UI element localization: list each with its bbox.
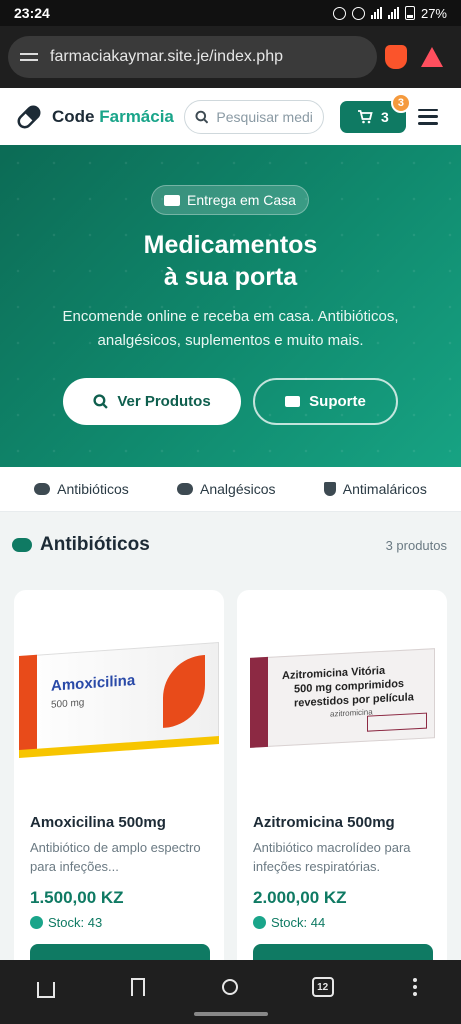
section-count: 3 produtos [385, 537, 447, 553]
box-sub: 500 mg [51, 697, 85, 711]
url-bar[interactable]: farmaciakaymar.site.je/index.php [8, 36, 377, 78]
product-card[interactable]: Azitromicina Vitória 500 mg comprimidos … [237, 590, 447, 990]
hero-title-line1: Medicamentos [143, 231, 318, 259]
capsules-icon [12, 538, 32, 552]
product-price: 2.000,00 KZ [253, 888, 347, 907]
view-products-label: Ver Produtos [117, 393, 211, 410]
site-header: Code Farmácia Pesquisar medi 3 3 [0, 88, 461, 145]
support-label: Suporte [309, 393, 366, 410]
brand-name[interactable]: Code Farmácia [52, 107, 174, 127]
hero-subtitle: Encomende online e receba em casa. Antib… [62, 308, 399, 349]
product-image[interactable]: Azitromicina Vitória 500 mg comprimidos … [237, 590, 447, 800]
site-settings-icon[interactable] [20, 50, 38, 64]
products-section: Antibióticos 3 produtos Amoxicilina 500 … [0, 512, 461, 990]
signal-icon [370, 7, 382, 19]
brand-part2: Farmácia [99, 106, 174, 126]
search-input[interactable]: Pesquisar medi [183, 99, 324, 134]
status-time: 23:24 [14, 5, 50, 21]
brave-rewards-icon[interactable] [421, 47, 443, 67]
browser-toolbar: farmaciakaymar.site.je/index.php [0, 26, 461, 88]
section-header: Antibióticos 3 produtos [12, 534, 447, 556]
cart-count: 3 [381, 108, 389, 125]
status-icons: 27% [332, 5, 447, 21]
section-title: Antibióticos [40, 534, 150, 555]
category-tabs: Antibióticos Analgésicos Antimaláricos [0, 467, 461, 512]
support-button[interactable]: Suporte [253, 378, 398, 425]
tab-count: 12 [311, 977, 334, 997]
category-label: Analgésicos [200, 481, 276, 497]
pill-logo-icon[interactable] [14, 102, 44, 132]
capsules-icon [34, 483, 51, 495]
bookmarks-button[interactable] [126, 975, 150, 999]
cart-button[interactable]: 3 3 [339, 92, 411, 133]
delivery-chip: Entrega em Casa [151, 185, 309, 215]
url-text: farmaciakaymar.site.je/index.php [50, 48, 283, 65]
more-menu-button[interactable] [403, 975, 427, 999]
tabs-button[interactable]: 12 [311, 975, 335, 999]
product-price: 1.500,00 KZ [30, 888, 124, 907]
amoxicilina-box-image: Amoxicilina 500 mg [19, 632, 219, 758]
category-label: Antibióticos [57, 481, 129, 497]
stock-label: Stock: 44 [271, 915, 326, 930]
search-button[interactable] [218, 975, 242, 999]
hero-title-line2: à sua porta [163, 263, 298, 291]
azitromicina-box-image: Azitromicina Vitória 500 mg comprimidos … [249, 642, 435, 748]
product-stock: Stock: 43 [30, 915, 102, 930]
envelope-icon [285, 396, 301, 407]
more-vert-icon [412, 978, 417, 996]
cart-icon [358, 109, 373, 123]
category-label: Antimaláricos [342, 481, 427, 497]
bookmark-icon [131, 978, 146, 996]
brave-shields-icon[interactable] [385, 45, 407, 69]
search-icon [222, 979, 239, 995]
menu-icon[interactable] [417, 108, 438, 125]
home-button[interactable] [34, 975, 58, 999]
signal-2-icon [387, 7, 399, 19]
status-bar: 23:24 27% [0, 0, 461, 26]
stock-label: Stock: 43 [48, 915, 103, 930]
check-circle-icon [30, 916, 43, 929]
product-description: Antibiótico de amplo espectro para infeç… [30, 840, 201, 874]
product-image[interactable]: Amoxicilina 500 mg [14, 590, 224, 800]
hero-title: Medicamentos à sua porta [0, 229, 461, 293]
home-indicator [194, 1012, 268, 1016]
pills-icon [177, 483, 194, 495]
product-stock: Stock: 44 [253, 915, 325, 930]
product-name[interactable]: Amoxicilina 500mg [30, 814, 166, 831]
shield-icon [323, 482, 336, 496]
search-placeholder: Pesquisar medi [216, 108, 313, 125]
hero-banner: Entrega em Casa Medicamentos à sua porta… [0, 145, 461, 467]
home-icon [37, 982, 56, 998]
product-name[interactable]: Azitromicina 500mg [253, 814, 395, 831]
check-circle-icon [253, 916, 266, 929]
brand-part1: Code [52, 106, 95, 126]
truck-icon [164, 194, 181, 206]
search-icon [93, 394, 109, 409]
category-antimalarials[interactable]: Antimaláricos [323, 481, 427, 497]
product-card[interactable]: Amoxicilina 500 mg Amoxicilina 500mg Ant… [14, 590, 224, 990]
sync-icon [351, 6, 365, 20]
cart-badge: 3 [390, 92, 411, 113]
delivery-chip-label: Entrega em Casa [187, 192, 296, 208]
view-products-button[interactable]: Ver Produtos [63, 378, 241, 425]
product-description: Antibiótico macrolídeo para infeções res… [253, 840, 411, 874]
alarm-icon [332, 6, 346, 20]
category-antibiotics[interactable]: Antibióticos [34, 481, 129, 497]
battery-icon [404, 6, 415, 20]
battery-level: 27% [420, 5, 447, 21]
search-icon [195, 110, 209, 123]
category-analgesics[interactable]: Analgésicos [177, 481, 276, 497]
